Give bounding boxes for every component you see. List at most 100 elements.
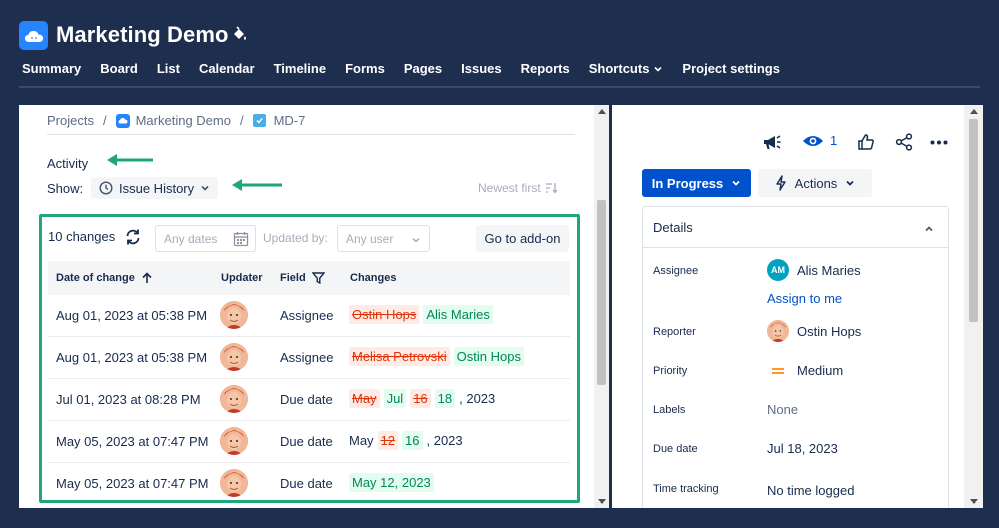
nav-board[interactable]: Board (100, 61, 138, 76)
table-row[interactable]: May 05, 2023 at 07:47 PM Due date May 12 16,… (48, 421, 570, 463)
column-date-of-change[interactable]: Date of change (56, 272, 153, 284)
updater-avatar[interactable] (220, 469, 248, 497)
project-mini-icon (115, 113, 130, 128)
actions-dropdown[interactable]: Actions (758, 169, 872, 197)
status-dropdown[interactable]: In Progress (642, 169, 751, 197)
change-date: May 05, 2023 at 07:47 PM (56, 476, 209, 491)
assignee-label: Assignee (653, 265, 699, 277)
removed-value: Ostin Hops (349, 305, 420, 324)
date-range-placeholder: Any dates (164, 232, 218, 246)
assign-to-me-link[interactable]: Assign to me (767, 291, 842, 306)
lightning-bolt-icon (775, 175, 786, 191)
chevron-up-icon[interactable] (924, 221, 934, 239)
table-row[interactable]: Aug 01, 2023 at 05:38 PM Assignee Melisa P… (48, 337, 570, 379)
nav-shortcuts[interactable]: Shortcuts (589, 61, 664, 76)
reporter-avatar (767, 320, 789, 342)
time-tracking-value[interactable]: No time logged (767, 483, 854, 498)
nav-issues[interactable]: Issues (461, 61, 501, 76)
unchanged-value: , 2023 (459, 391, 496, 406)
assignee-value[interactable]: AM Alis Maries (767, 259, 861, 281)
added-value: Ostin Hops (453, 347, 524, 366)
user-filter-select[interactable]: Any user (337, 225, 430, 252)
project-title: Marketing Demo (56, 22, 229, 47)
changed-field: Assignee (280, 350, 334, 365)
column-date-label: Date of change (56, 272, 135, 284)
nav-calendar[interactable]: Calendar (199, 61, 255, 76)
due-date-label: Due date (653, 443, 698, 455)
reporter-value[interactable]: Ostin Hops (767, 320, 861, 342)
updater-avatar[interactable] (220, 427, 248, 455)
nav-project-settings[interactable]: Project settings (682, 61, 780, 76)
column-field[interactable]: Field (280, 272, 325, 284)
paint-bucket-icon[interactable] (232, 26, 248, 47)
nav-divider (19, 86, 980, 88)
scroll-down-arrow-icon[interactable] (598, 499, 606, 504)
change-values: May Jul 16 18, 2023 (349, 389, 495, 408)
removed-value: Melisa Petrovski (349, 347, 450, 366)
due-date-value[interactable]: Jul 18, 2023 (767, 441, 838, 456)
watchers-button[interactable]: 1 (802, 133, 837, 148)
change-date: Jul 01, 2023 at 08:28 PM (56, 392, 201, 407)
scroll-down-arrow-icon[interactable] (970, 499, 978, 504)
details-title: Details (653, 220, 693, 235)
reporter-name: Ostin Hops (797, 323, 862, 339)
left-scrollbar[interactable] (594, 105, 609, 508)
more-options-icon[interactable] (930, 140, 948, 145)
breadcrumb-project[interactable]: Marketing Demo (136, 113, 231, 128)
scroll-thumb[interactable] (597, 200, 606, 385)
project-logo[interactable] (19, 21, 48, 50)
table-row[interactable]: Jul 01, 2023 at 08:28 PM Due date May Jul 16… (48, 379, 570, 421)
nav-summary[interactable]: Summary (22, 61, 81, 76)
change-values: Melisa Petrovski Ostin Hops (349, 347, 524, 366)
clock-icon (99, 181, 113, 195)
changed-field: Due date (280, 434, 333, 449)
labels-value[interactable]: None (767, 402, 798, 417)
scroll-up-arrow-icon[interactable] (598, 109, 606, 114)
nav-forms[interactable]: Forms (345, 61, 385, 76)
actions-label: Actions (794, 175, 838, 191)
details-header[interactable]: Details (643, 207, 948, 248)
refresh-icon[interactable] (124, 228, 142, 251)
feedback-icon[interactable] (762, 133, 782, 151)
scroll-thumb[interactable] (969, 119, 978, 322)
nav-reports[interactable]: Reports (521, 61, 570, 76)
updater-avatar[interactable] (220, 385, 248, 413)
table-row[interactable]: Aug 01, 2023 at 05:38 PM Assignee Ostin Ho… (48, 295, 570, 337)
change-values: May 12, 2023 (349, 473, 434, 492)
added-value: Jul (383, 389, 407, 408)
annotation-arrow-icon (107, 154, 153, 166)
nav-list[interactable]: List (157, 61, 180, 76)
activity-filter-dropdown[interactable]: Issue History (91, 177, 219, 199)
breadcrumb: Projects / Marketing Demo / MD-7 (47, 113, 305, 128)
breadcrumb-separator: / (239, 113, 244, 128)
chevron-down-icon (201, 185, 209, 191)
assignee-name: Alis Maries (797, 262, 861, 278)
added-value: May 12, 2023 (349, 473, 434, 492)
updater-avatar[interactable] (220, 343, 248, 371)
changes-count: 10 changes (48, 229, 116, 244)
scroll-up-arrow-icon[interactable] (970, 109, 978, 114)
column-changes: Changes (350, 272, 397, 284)
thumbs-up-icon[interactable] (857, 133, 875, 151)
breadcrumb-issue-key[interactable]: MD-7 (274, 113, 306, 128)
right-scrollbar[interactable] (964, 105, 983, 508)
added-value: Alis Maries (423, 305, 493, 324)
history-table-header: Date of change Updater Field Changes (48, 261, 570, 295)
priority-value[interactable]: Medium (767, 363, 843, 378)
table-row[interactable]: May 05, 2023 at 07:47 PM Due date May 12, … (48, 463, 570, 503)
nav-timeline[interactable]: Timeline (274, 61, 327, 76)
go-to-addon-button[interactable]: Go to add-on (476, 225, 569, 252)
updater-avatar[interactable] (220, 301, 248, 329)
changed-field: Assignee (280, 308, 334, 323)
share-icon[interactable] (895, 133, 913, 151)
nav-pages[interactable]: Pages (404, 61, 442, 76)
watchers-count: 1 (830, 133, 838, 148)
unchanged-value: , 2023 (426, 433, 463, 448)
priority-label: Priority (653, 365, 688, 377)
breadcrumb-projects[interactable]: Projects (47, 113, 94, 128)
assignee-avatar: AM (767, 259, 789, 281)
unchanged-value: May (349, 433, 374, 448)
date-range-picker[interactable]: Any dates (155, 225, 256, 252)
chevron-down-icon (732, 180, 740, 186)
sort-order-toggle[interactable]: Newest first (478, 181, 558, 195)
